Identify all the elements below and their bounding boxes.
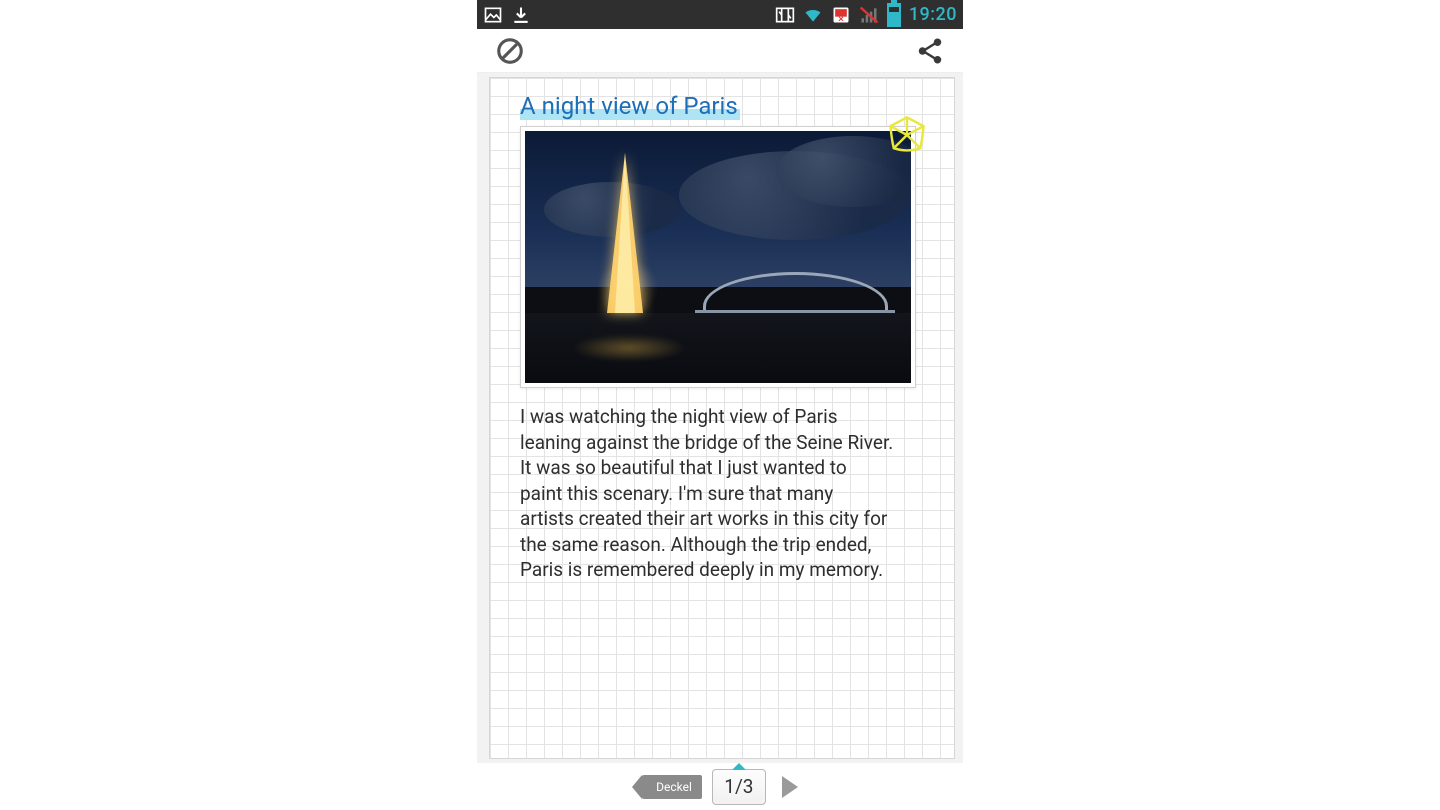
status-clock: 19:20 <box>909 4 957 25</box>
prohibit-icon[interactable] <box>495 36 525 66</box>
cover-button[interactable]: Deckel <box>642 775 702 799</box>
note-body[interactable]: I was watching the night view of Paris l… <box>520 404 914 583</box>
next-page-button[interactable] <box>782 776 798 798</box>
battery-icon <box>887 3 901 27</box>
data-off-icon: ✕ <box>831 5 851 25</box>
note-title[interactable]: A night view of Paris <box>520 92 740 120</box>
note-photo[interactable] <box>520 126 916 388</box>
svg-text:✕: ✕ <box>838 14 844 23</box>
wifi-icon <box>803 5 823 25</box>
page-indicator[interactable]: 1/3 <box>712 769 766 805</box>
photo-paris-night <box>525 131 911 383</box>
app-toolbar <box>477 29 963 73</box>
page-footer: Deckel 1/3 <box>477 763 963 810</box>
download-icon <box>511 5 531 25</box>
sync-icon <box>775 5 795 25</box>
status-bar: ✕ 19:20 <box>477 0 963 29</box>
note-stage: A night view of Paris <box>477 73 963 763</box>
share-icon[interactable] <box>915 36 945 66</box>
notebook-page[interactable]: A night view of Paris <box>489 77 955 759</box>
phone-frame: ✕ 19:20 <box>477 0 963 810</box>
no-signal-icon <box>859 5 879 25</box>
picture-icon <box>483 5 503 25</box>
